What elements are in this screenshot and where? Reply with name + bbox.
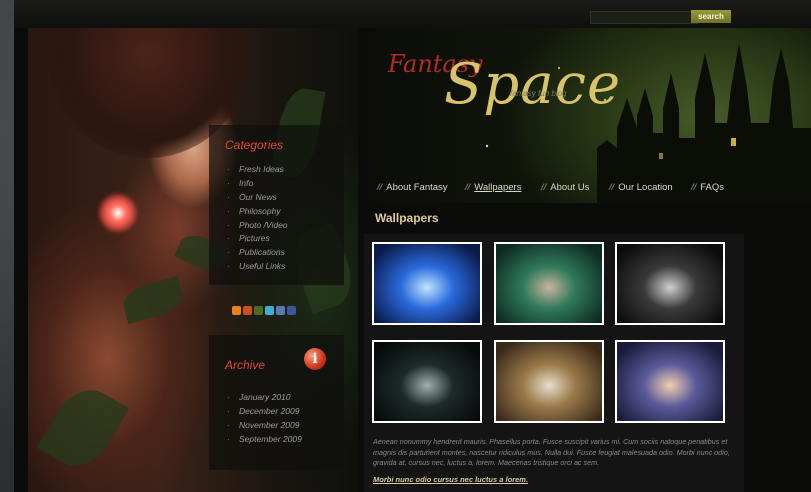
category-link[interactable]: Info (227, 177, 288, 191)
category-link[interactable]: Pictures (227, 232, 288, 246)
social-icons (232, 306, 296, 316)
myspace-icon[interactable] (254, 306, 263, 315)
warrior-woman-thumb[interactable] (494, 340, 604, 423)
archive-link[interactable]: November 2009 (227, 419, 302, 433)
fairy-bird-thumb[interactable] (494, 242, 604, 325)
category-link[interactable]: Our News (227, 191, 288, 205)
info-icon: i (304, 348, 326, 370)
archive-link[interactable]: December 2009 (227, 405, 302, 419)
archive-list: January 2010 December 2009 November 2009… (227, 391, 302, 447)
archive-link[interactable]: September 2009 (227, 433, 302, 447)
categories-title: Categories (225, 138, 284, 152)
rss-icon[interactable] (232, 306, 241, 315)
dark-angel-thumb[interactable] (615, 242, 725, 325)
search-input[interactable] (590, 11, 698, 24)
nav-about-us[interactable]: //About Us (541, 182, 589, 193)
category-link[interactable]: Photo /Video (227, 219, 288, 233)
category-link[interactable]: Philosophy (227, 205, 288, 219)
nav-our-location[interactable]: //Our Location (609, 182, 673, 193)
section-title: Wallpapers (375, 211, 439, 225)
email-icon[interactable] (276, 306, 285, 315)
site-page: search Categories Fresh Ideas Info Our N… (14, 0, 811, 492)
archive-link[interactable]: January 2010 (227, 391, 302, 405)
more-link[interactable]: Morbi nunc odio cursus nec luctus a lore… (373, 475, 528, 484)
archive-title: Archive (225, 358, 266, 372)
categories-list: Fresh Ideas Info Our News Philosophy Pho… (227, 163, 288, 274)
top-bar: search (14, 0, 811, 28)
category-link[interactable]: Publications (227, 246, 288, 260)
nav-faqs[interactable]: //FAQs (691, 182, 724, 193)
category-link[interactable]: Useful Links (227, 260, 288, 274)
logo-tagline: fantasy fun blog (510, 89, 567, 98)
dark-riders-thumb[interactable] (372, 340, 482, 423)
feed-icon[interactable] (243, 306, 252, 315)
facebook-icon[interactable] (287, 306, 296, 315)
twitter-icon[interactable] (265, 306, 274, 315)
gallery-caption: Aenean nonummy hendrerit mauris. Phasell… (373, 437, 730, 467)
dragon-sunset-thumb[interactable] (615, 340, 725, 423)
search-button[interactable]: search (691, 10, 731, 23)
category-link[interactable]: Fresh Ideas (227, 163, 288, 177)
nav-wallpapers[interactable]: //Wallpapers (465, 182, 521, 193)
nav-about-fantasy[interactable]: //About Fantasy (377, 182, 448, 193)
unicorn-moon-thumb[interactable] (372, 242, 482, 325)
logo-space[interactable]: Space (444, 52, 621, 117)
